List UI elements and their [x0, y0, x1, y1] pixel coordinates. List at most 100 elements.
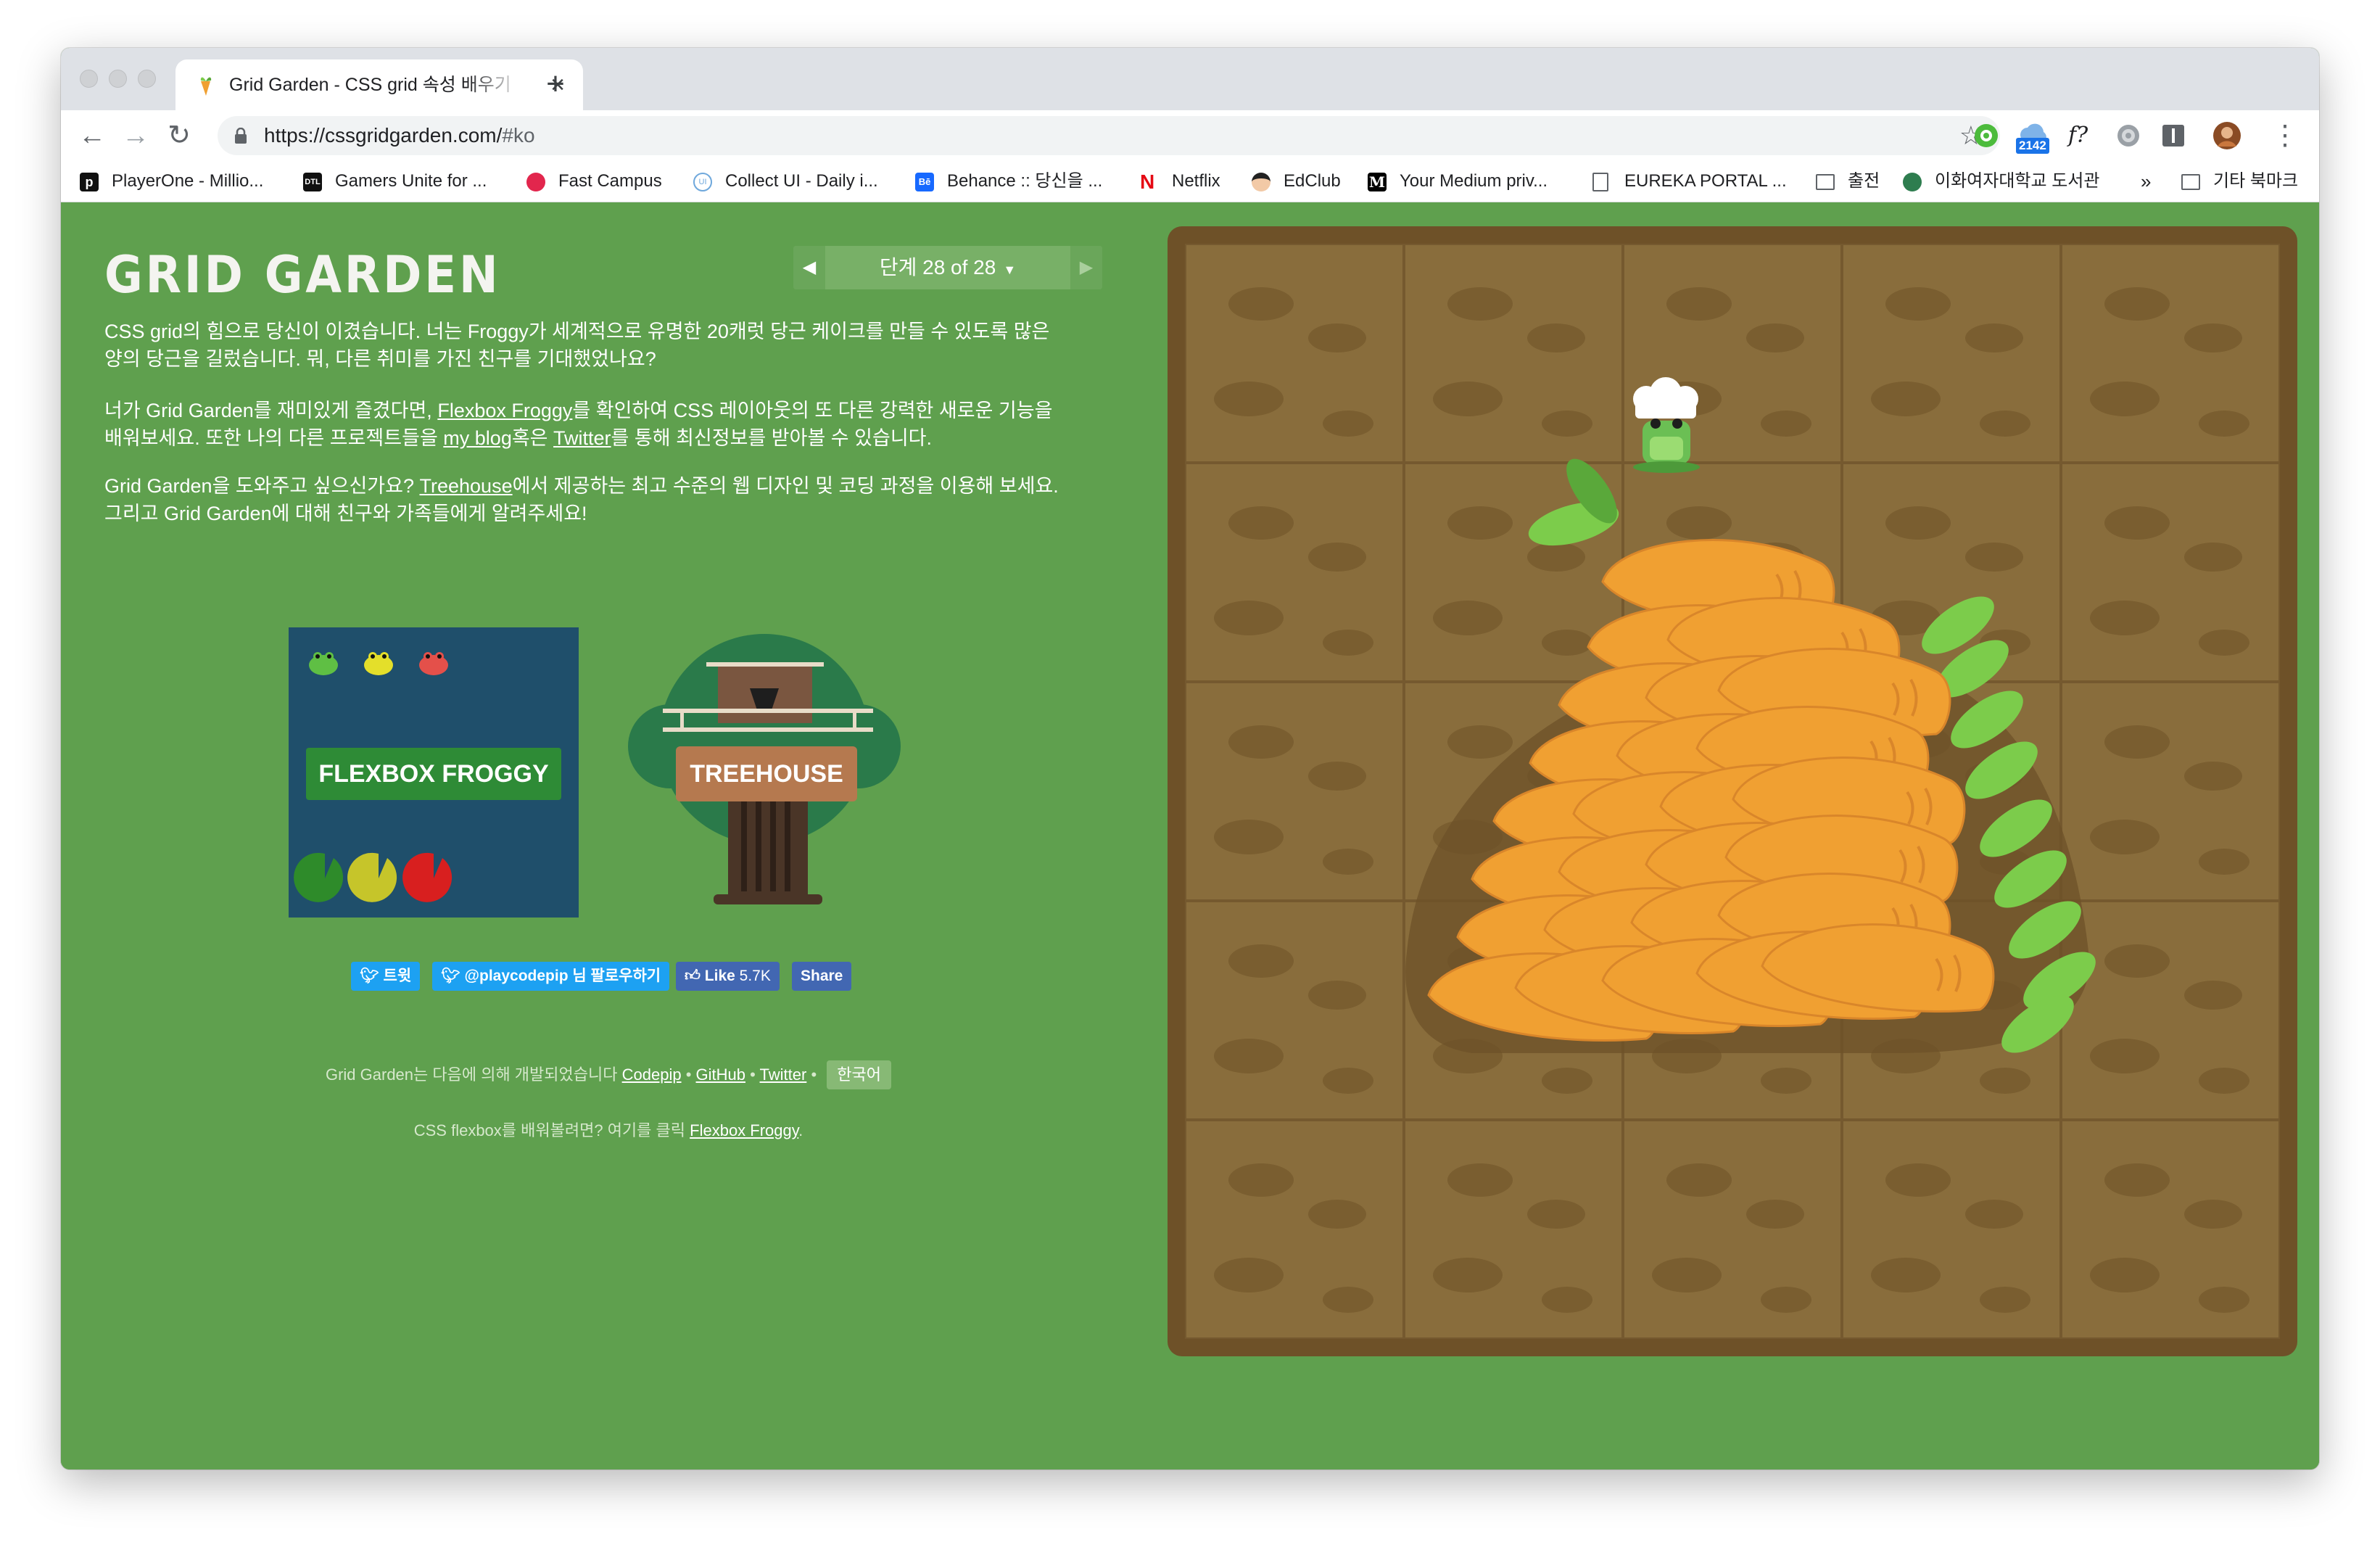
- bookmark-label: Gamers Unite for ...: [335, 171, 487, 191]
- window-minimize-button[interactable]: [109, 70, 127, 88]
- twitter-link[interactable]: Twitter: [553, 427, 611, 449]
- folder-icon: [2181, 174, 2200, 190]
- arrow-right-icon[interactable]: →: [119, 119, 152, 152]
- flexbox-prompt: CSS flexbox를 배워볼려면? 여기를 클릭: [413, 1121, 686, 1139]
- github-link[interactable]: GitHub: [696, 1065, 745, 1084]
- bookmark-item[interactable]: p PlayerOne - Millio...: [80, 167, 297, 196]
- level-dropdown[interactable]: 단계 28 of 28 ▼: [825, 246, 1070, 289]
- bookmark-item[interactable]: 이화여자대학교 도서관: [1903, 167, 2120, 196]
- ewha-library-icon: [1903, 173, 1922, 191]
- projects-text: 를 확인하여 CSS 레이아웃의 또 다른 강력한 새로운 기능을: [572, 400, 1053, 421]
- projects-text: 배워보세요. 또한 나의 다른 프로젝트들을: [104, 427, 444, 449]
- twitter-bird-icon: 🐦︎: [441, 968, 460, 984]
- bookmark-item[interactable]: Bē Behance :: 당신을 ...: [915, 167, 1118, 196]
- triangle-left-icon[interactable]: ◀: [793, 246, 825, 289]
- flexbox-froggy-link[interactable]: Flexbox Froggy: [437, 400, 572, 421]
- url-hash: #ko: [502, 124, 535, 147]
- url-main: https://cssgridgarden.com/: [264, 124, 503, 147]
- projects-line-1: 너가 Grid Garden를 재미있게 즐겼다면, Flexbox Frogg…: [104, 397, 1112, 424]
- follow-label: @playcodepip 님 팔로우하기: [464, 968, 661, 984]
- codepip-link[interactable]: Codepip: [622, 1065, 682, 1084]
- window-zoom-button[interactable]: [138, 70, 156, 88]
- victory-line-2: 양의 당근을 길렀습니다. 뭐, 다른 취미를 가진 친구를 기대했었나요?: [104, 348, 656, 370]
- projects-line-2: 배워보세요. 또한 나의 다른 프로젝트들을 my blog혹은 Twitter…: [104, 424, 1112, 452]
- bookmarks-overflow-button[interactable]: »: [2141, 167, 2162, 196]
- tweet-button[interactable]: 🐦︎ 트윗: [351, 962, 421, 991]
- bookmark-item[interactable]: EUREKA PORTAL ...: [1592, 167, 1796, 196]
- level-label: 단계 28 of 28: [879, 256, 996, 279]
- like-label: Like: [704, 968, 735, 984]
- bookmark-label: Collect UI - Daily i...: [725, 171, 878, 191]
- window-close-button[interactable]: [80, 70, 98, 88]
- carrot-pile: [1405, 377, 2096, 1053]
- bookmark-item[interactable]: N Netflix: [1140, 167, 1241, 196]
- bookmark-item[interactable]: UI Collect UI - Daily i...: [693, 167, 896, 196]
- extension-badge: 2142: [2016, 138, 2049, 154]
- bookmark-label: Your Medium priv...: [1400, 171, 1548, 191]
- bookmark-folder-other[interactable]: 기타 북마크: [2181, 167, 2305, 196]
- page-content: GRID GARDEN ◀ 단계 28 of 28 ▼ ▶ CSS grid의 힘…: [61, 202, 2319, 1469]
- kebab-menu-icon[interactable]: ⋮: [2268, 119, 2302, 152]
- fx-extension-icon[interactable]: f?: [2068, 120, 2099, 151]
- weather-extension-icon[interactable]: 2142: [2013, 120, 2054, 154]
- triangle-right-icon[interactable]: ▶: [1070, 246, 1102, 289]
- footer-period: .: [798, 1121, 803, 1139]
- bookmarks-bar: p PlayerOne - Millio... DTL Gamers Unite…: [61, 161, 2319, 202]
- thumbs-up-icon: 👍︎: [685, 968, 701, 984]
- behance-icon: Bē: [915, 173, 934, 191]
- reload-icon[interactable]: ↻: [162, 119, 196, 152]
- treehouse-promo[interactable]: TREEHOUSE: [627, 630, 917, 920]
- made-by-text: Grid Garden는 다음에 의해 개발되었습니다: [325, 1065, 618, 1084]
- projects-text: 너가 Grid Garden를 재미있게 즐겼다면,: [104, 400, 438, 421]
- footer-flexbox: CSS flexbox를 배워볼려면? 여기를 클릭 Flexbox Frogg…: [104, 1116, 1112, 1145]
- gear-icon[interactable]: [2113, 120, 2144, 151]
- flexbox-froggy-promo[interactable]: FLEXBOX FROGGY: [289, 627, 579, 918]
- edclub-icon: [1252, 173, 1270, 191]
- projects-text: 혹은: [511, 427, 554, 449]
- garden-board: [1168, 226, 2297, 1356]
- support-text: 에서 제공하는 최고 수준의 웹 디자인 및 코딩 과정을 이용해 보세요.: [512, 475, 1059, 497]
- treehouse-label: TREEHOUSE: [676, 746, 857, 801]
- separator: •: [811, 1065, 817, 1084]
- plus-icon[interactable]: +: [540, 68, 571, 102]
- frog-chef: [1633, 377, 1700, 473]
- arrow-left-icon[interactable]: ←: [75, 119, 109, 152]
- support-line-1: Grid Garden을 도와주고 싶으신가요? Treehouse에서 제공하…: [104, 472, 1112, 500]
- info-extension-icon[interactable]: [2158, 120, 2189, 151]
- green-extension-icon[interactable]: [1971, 120, 2001, 151]
- bookmark-label: 이화여자대학교 도서관: [1935, 171, 2100, 191]
- avatar[interactable]: [2212, 120, 2242, 151]
- twitter-bird-icon: 🐦︎: [360, 968, 379, 984]
- facebook-like-button[interactable]: 👍︎ Like 5.7K: [676, 962, 780, 991]
- flexbox-froggy-label: FLEXBOX FROGGY: [306, 748, 561, 800]
- like-count: 5.7K: [739, 968, 771, 984]
- bookmark-folder[interactable]: 출전: [1816, 167, 1896, 196]
- browser-tab[interactable]: Grid Garden - CSS grid 속성 배우기 ×: [175, 59, 583, 110]
- footer-credits: Grid Garden는 다음에 의해 개발되었습니다 Codepip • Gi…: [104, 1060, 1112, 1089]
- footer-flexbox-froggy-link[interactable]: Flexbox Froggy: [690, 1121, 798, 1139]
- bookmark-item[interactable]: M Your Medium priv...: [1368, 167, 1578, 196]
- bookmark-item[interactable]: Fast Campus: [526, 167, 672, 196]
- folder-icon: [1816, 174, 1835, 190]
- tab-title-fade: [466, 67, 524, 103]
- support-paragraph: Grid Garden을 도와주고 싶으신가요? Treehouse에서 제공하…: [104, 472, 1112, 527]
- tab-strip: Grid Garden - CSS grid 속성 배우기 × +: [61, 48, 2319, 110]
- facebook-share-button[interactable]: Share: [792, 962, 852, 991]
- tweet-label: 트윗: [383, 968, 412, 984]
- projects-paragraph: 너가 Grid Garden를 재미있게 즐겼다면, Flexbox Frogg…: [104, 397, 1112, 452]
- bookmark-item[interactable]: EdClub: [1252, 167, 1353, 196]
- bookmark-label: 출전: [1848, 171, 1880, 191]
- my-blog-link[interactable]: my blog: [443, 427, 512, 449]
- language-selector[interactable]: 한국어: [827, 1060, 892, 1089]
- separator: •: [685, 1065, 692, 1084]
- bookmark-item[interactable]: DTL Gamers Unite for ...: [303, 167, 513, 196]
- medium-icon: M: [1368, 173, 1387, 191]
- lock-icon: [235, 128, 247, 144]
- bookmark-label: PlayerOne - Millio...: [112, 171, 264, 191]
- follow-button[interactable]: 🐦︎ @playcodepip 님 팔로우하기: [432, 962, 670, 991]
- address-bar[interactable]: https://cssgridgarden.com/#ko ☆: [218, 116, 2000, 155]
- treehouse-link[interactable]: Treehouse: [420, 475, 513, 497]
- bookmark-label: EUREKA PORTAL ...: [1624, 171, 1787, 191]
- separator: •: [750, 1065, 756, 1084]
- footer-twitter-link[interactable]: Twitter: [760, 1065, 807, 1084]
